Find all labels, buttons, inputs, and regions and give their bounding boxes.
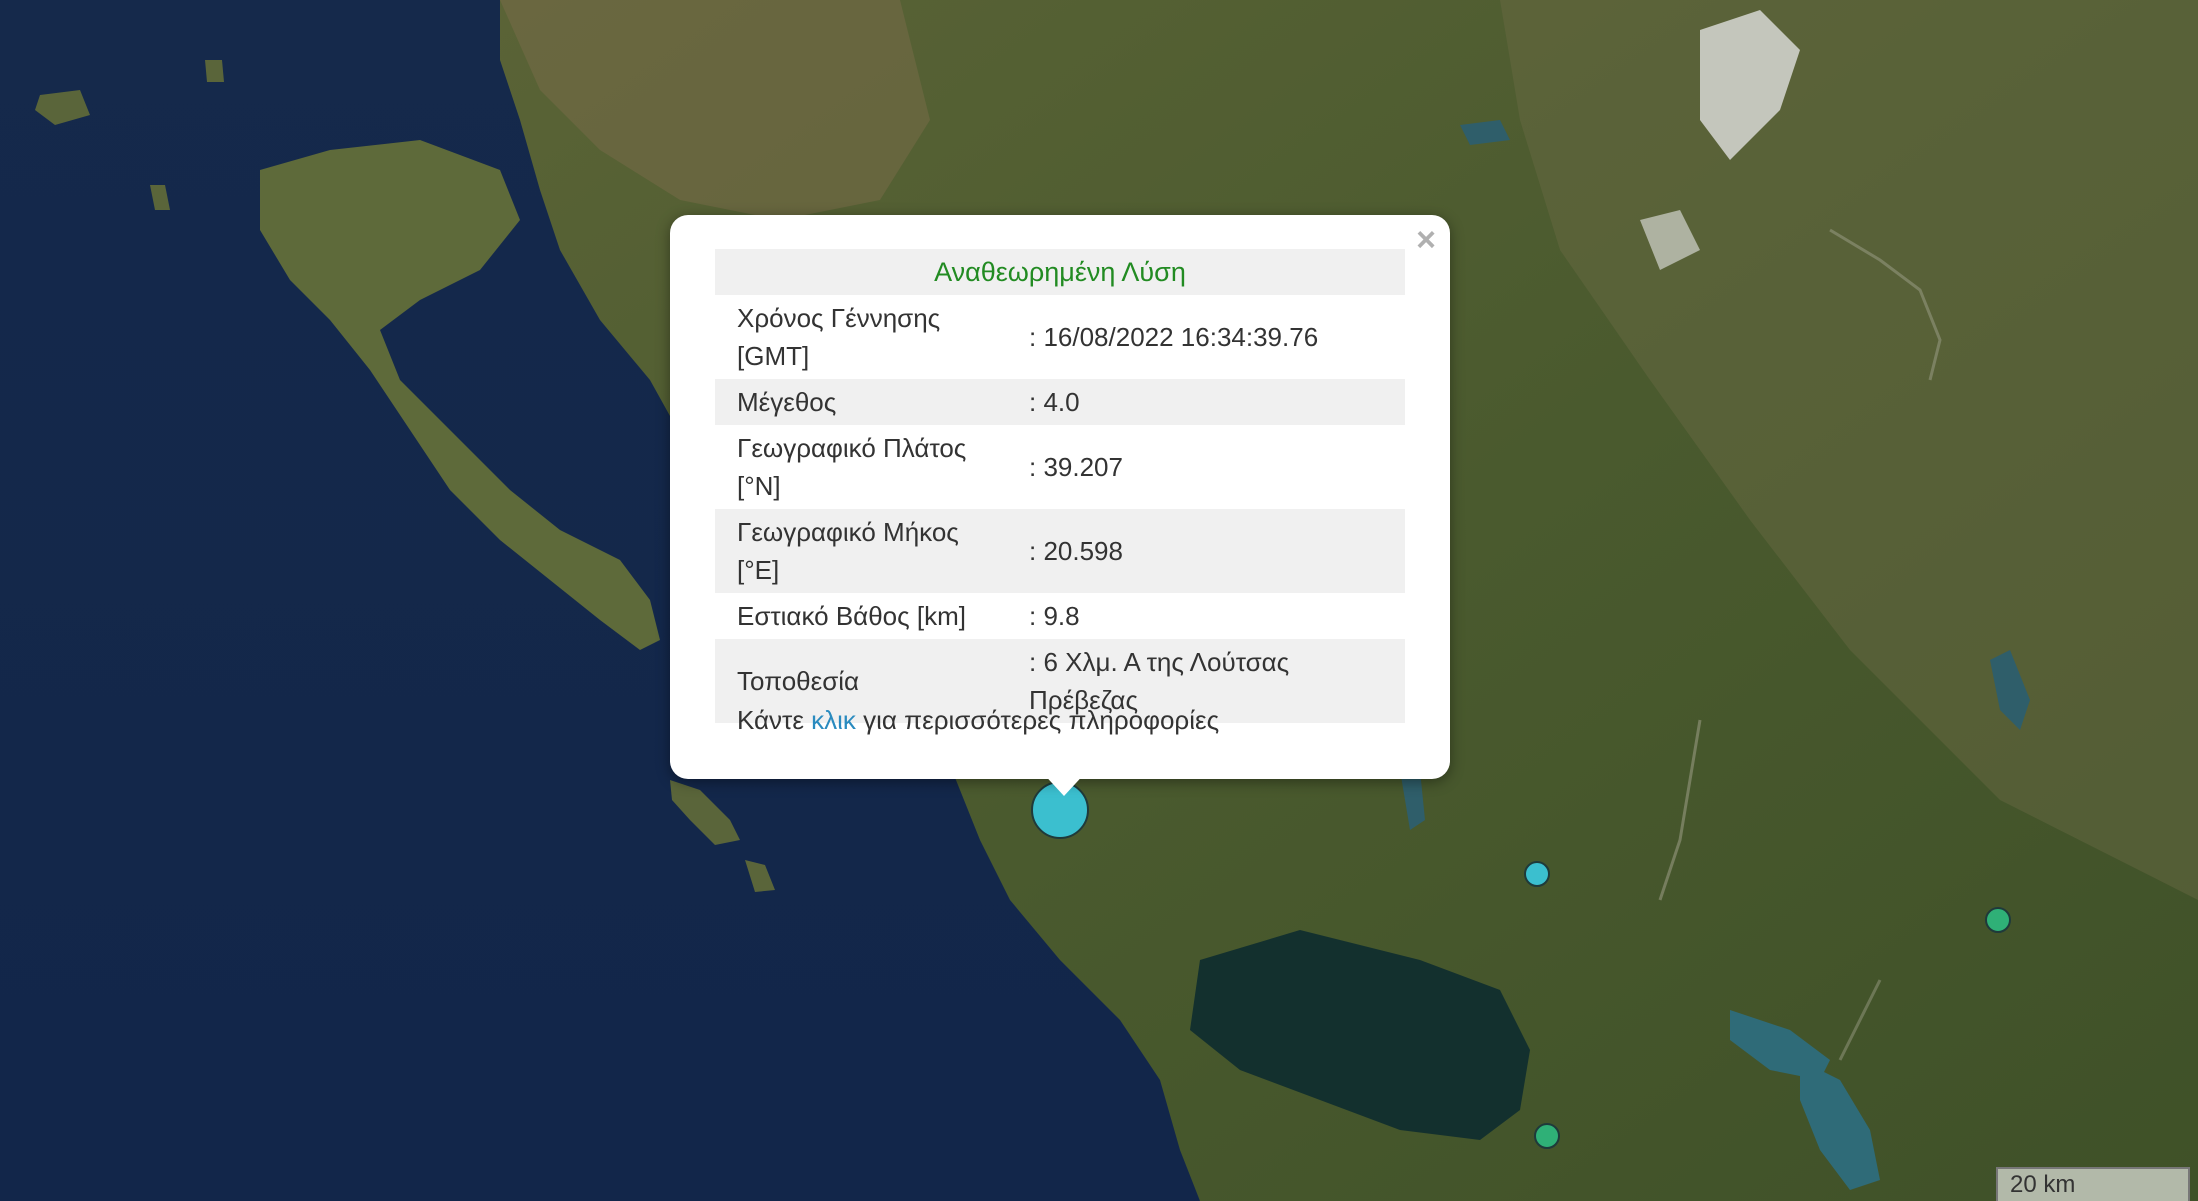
popup-pointer <box>1040 770 1088 796</box>
earthquake-marker[interactable] <box>1534 1123 1560 1149</box>
more-info-suffix: για περισσότερες πληροφορίες <box>855 705 1220 735</box>
longitude-label: Γεωγραφικό Μήκος [°E] <box>715 509 1019 593</box>
latitude-label: Γεωγραφικό Πλάτος [°N] <box>737 433 967 501</box>
origin-time-value: : 16/08/2022 16:34:39.76 <box>1029 322 1319 352</box>
solution-status-header: Αναθεωρημένη Λύση <box>715 249 1405 295</box>
magnitude-label: Μέγεθος <box>715 379 1019 425</box>
close-icon[interactable]: × <box>1416 223 1436 257</box>
map-view[interactable]: × Αναθεωρημένη Λύση Χρόνος Γέννησης [GMT… <box>0 0 2198 1201</box>
islet <box>205 60 224 82</box>
origin-time-label: Χρόνος Γέννησης [GMT] <box>737 303 941 371</box>
more-info-text: Κάντε κλικ για περισσότερες πληροφορίες <box>737 705 1219 736</box>
earthquake-marker[interactable] <box>1985 907 2011 933</box>
depth-value: : 9.8 <box>1029 601 1080 631</box>
earthquake-details-table: Αναθεωρημένη Λύση Χρόνος Γέννησης [GMT] … <box>715 249 1405 723</box>
more-info-prefix: Κάντε <box>737 705 812 735</box>
earthquake-marker[interactable] <box>1524 861 1550 887</box>
magnitude-value: : 4.0 <box>1019 379 1405 425</box>
more-info-link[interactable]: κλικ <box>811 705 856 735</box>
earthquake-info-popup: × Αναθεωρημένη Λύση Χρόνος Γέννησης [GMT… <box>670 215 1450 779</box>
latitude-value: : 39.207 <box>1029 452 1123 482</box>
longitude-value: : 20.598 <box>1019 509 1405 593</box>
map-scale-bar: 20 km <box>1996 1167 2190 1201</box>
depth-label: Εστιακό Βάθος [km] <box>737 601 966 631</box>
